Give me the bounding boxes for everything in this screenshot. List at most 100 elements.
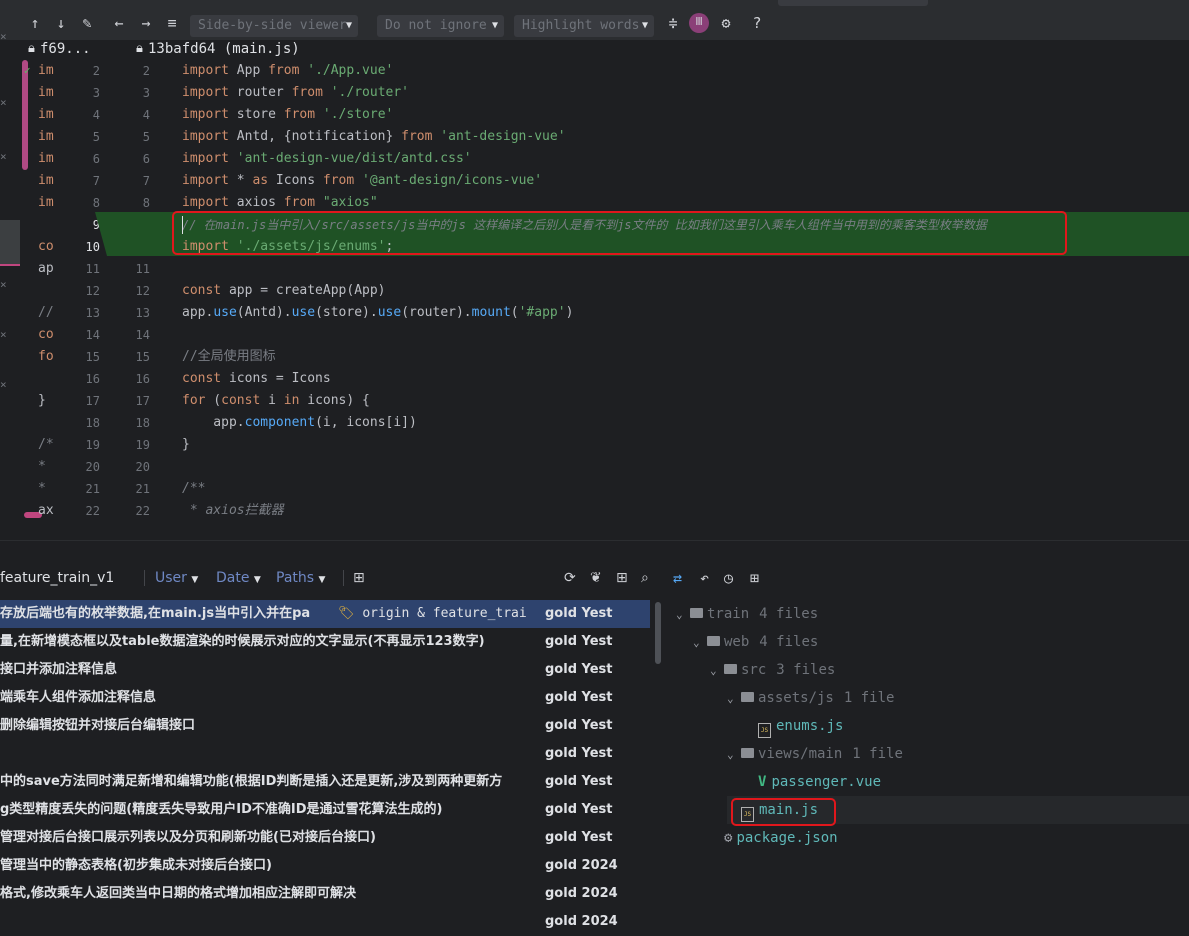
commit-row[interactable]: 管理当中的静态表格(初步集成未对接后台接口) gold 2024 [0,852,650,880]
close-icon[interactable]: × [0,278,7,291]
chevron-down-icon[interactable]: ⌄ [693,629,707,657]
arrow-down-icon[interactable]: ↓ [52,14,70,32]
commit-row[interactable]: 管理对接后台接口展示列表以及分页和刷新功能(已对接后台接口) gold Yest [0,824,650,852]
arrow-right-icon[interactable]: → [137,14,155,32]
left-code-line: * [38,459,46,474]
chevron-down-icon[interactable]: ⌄ [710,657,724,685]
tree-node-name: passenger.vue [771,774,882,790]
new-tab-icon[interactable]: ⊞ [353,566,365,590]
commit-row[interactable]: 接口并添加注释信息 gold Yest [0,656,650,684]
line-number: 14 [135,328,150,342]
right-line-numbers: 2345678910111213141516171819202122 [100,60,150,530]
folder-icon [707,636,720,646]
tree-toolbar: ⇄ ↶ ◷ ⊞ [666,566,1189,590]
revert-icon[interactable]: ↶ [700,566,709,590]
viewer-mode-dropdown[interactable]: Side-by-side viewer ▼ [190,15,358,37]
tree-node-name: assets/js [758,690,834,706]
tree-node[interactable]: ⌄ src 3 files [710,656,835,684]
code-line-4: import store from './store' [182,107,394,122]
commit-row[interactable]: gold 2024 [0,908,650,936]
user-filter[interactable]: User ▼ [155,566,198,592]
history-icon[interactable]: ◷ [724,566,733,590]
tree-node[interactable]: ⌄ assets/js 1 file [727,684,894,712]
left-code-line: /* [38,437,54,452]
code-line-22: * axios拦截器 [182,503,284,518]
commit-row[interactable]: 存放后端也有的枚举数据,在main.js当中引入并在pa 🏷︎ origin & … [0,600,650,628]
commit-message: g类型精度丢失的问题(精度丢失导致用户ID不准确ID是通过雪花算法生成的) [0,802,443,817]
collapse-unchanged-icon[interactable]: ≑ [664,14,682,32]
line-number: 6 [142,152,150,166]
arrow-left-icon[interactable]: ← [110,14,128,32]
file-count: 4 files [759,634,819,650]
commit-message: 管理当中的静态表格(初步集成未对接后台接口) [0,858,272,873]
close-icon[interactable]: × [0,30,7,43]
close-icon[interactable]: × [0,328,7,341]
line-number: 21 [135,482,150,496]
tree-node-name: enums.js [776,718,844,734]
commit-message: 中的save方法同时满足新增和编辑功能(根据ID判断是插入还是更新,涉及到两种更… [0,774,503,789]
folder-icon [724,664,737,674]
commit-message: 接口并添加注释信息 [0,662,118,677]
commit-row[interactable]: g类型精度丢失的问题(精度丢失导致用户ID不准确ID是通过雪花算法生成的) gol… [0,796,650,824]
tree-node[interactable]: ⌄ train 4 files [676,600,818,628]
cherry-pick-icon[interactable]: ❦ [590,566,602,590]
tree-node-name: train [707,606,750,622]
commit-row[interactable]: 量,在新增模态框以及table数据渲染的时候展示对应的文字显示(不再显示123数… [0,628,650,656]
tree-node[interactable]: ⌄ views/main 1 file [727,740,903,768]
highlight-mode-dropdown[interactable]: Highlight words ▼ [514,15,654,37]
arrow-up-icon[interactable]: ↑ [26,14,44,32]
commit-row[interactable]: 删除编辑按钮并对接后台编辑接口 gold Yest [0,712,650,740]
refresh-icon[interactable]: ⟳ [564,566,576,590]
scrollbar[interactable] [655,602,661,664]
line-number: 10 [85,240,100,254]
tree-node[interactable]: ⌄ web 4 files [693,628,818,656]
chevron-down-icon[interactable]: ⌄ [727,685,741,713]
close-icon[interactable]: × [0,150,7,163]
diff-connector [95,212,115,256]
help-icon[interactable]: ? [748,14,766,32]
line-number: 4 [142,108,150,122]
date-filter[interactable]: Date ▼ [216,566,261,592]
left-code-line: im [38,85,54,100]
grid-icon[interactable]: ⊞ [616,566,628,590]
chevron-down-icon[interactable]: ⌄ [727,741,741,769]
commit-row[interactable]: gold Yest [0,740,650,768]
group-icon[interactable]: ⊞ [750,566,759,590]
commit-author: gold 2024 [545,914,618,929]
commit-row[interactable]: 端乘车人组件添加注释信息 gold Yest [0,684,650,712]
line-number: 16 [85,372,100,386]
commit-list: 存放后端也有的枚举数据,在main.js当中引入并在pa 🏷︎ origin & … [0,600,665,929]
branch-filter[interactable]: feature_train_v1 [0,566,114,590]
left-diff-pane: ✓ im im im im im im im co ap // co fo} /* * * ax [20,60,55,530]
folder-icon [690,608,703,618]
line-number: 6 [92,152,100,166]
list-icon[interactable]: ≡ [163,14,181,32]
edit-pencil-icon[interactable]: ✎ [78,14,96,32]
json-file-icon: ⚙ [724,830,733,846]
tree-node[interactable]: ⚙ package.json [710,824,838,852]
run-config-selector[interactable] [778,0,928,6]
gear-icon[interactable]: ⚙ [717,14,735,32]
tree-node[interactable]: Vpassenger.vue [744,768,881,796]
left-line-numbers: 2 3 4 5 6 7 8 9 10 11 12 13 14 15 16 17 18 19 20 21 22 [55,60,100,530]
line-number: 22 [85,504,100,518]
commit-row[interactable]: 格式,修改乘车人返回类当中日期的格式增加相应注解即可解决 gold 2024 [0,880,650,908]
chevron-down-icon[interactable]: ⌄ [676,601,690,629]
commit-author: gold Yest [545,830,613,845]
close-icon[interactable]: × [0,96,7,109]
search-icon[interactable]: ⌕ [641,566,649,590]
ignore-mode-dropdown[interactable]: Do not ignore ▼ [377,15,504,37]
close-icon[interactable]: × [0,378,7,391]
line-number: 14 [85,328,100,342]
commit-row[interactable]: 中的save方法同时满足新增和编辑功能(根据ID判断是插入还是更新,涉及到两种更… [0,768,650,796]
tree-node[interactable]: JS enums.js [744,712,843,740]
expand-icon[interactable]: ⇄ [673,566,682,590]
left-code-line: co [38,239,54,254]
line-number: 19 [85,438,100,452]
line-number: 20 [85,460,100,474]
sync-scroll-icon[interactable]: Ⅲ [689,13,709,33]
line-number: 13 [85,306,100,320]
line-number: 3 [142,86,150,100]
paths-filter[interactable]: Paths ▼ [276,566,325,592]
line-number: 2 [142,64,150,78]
